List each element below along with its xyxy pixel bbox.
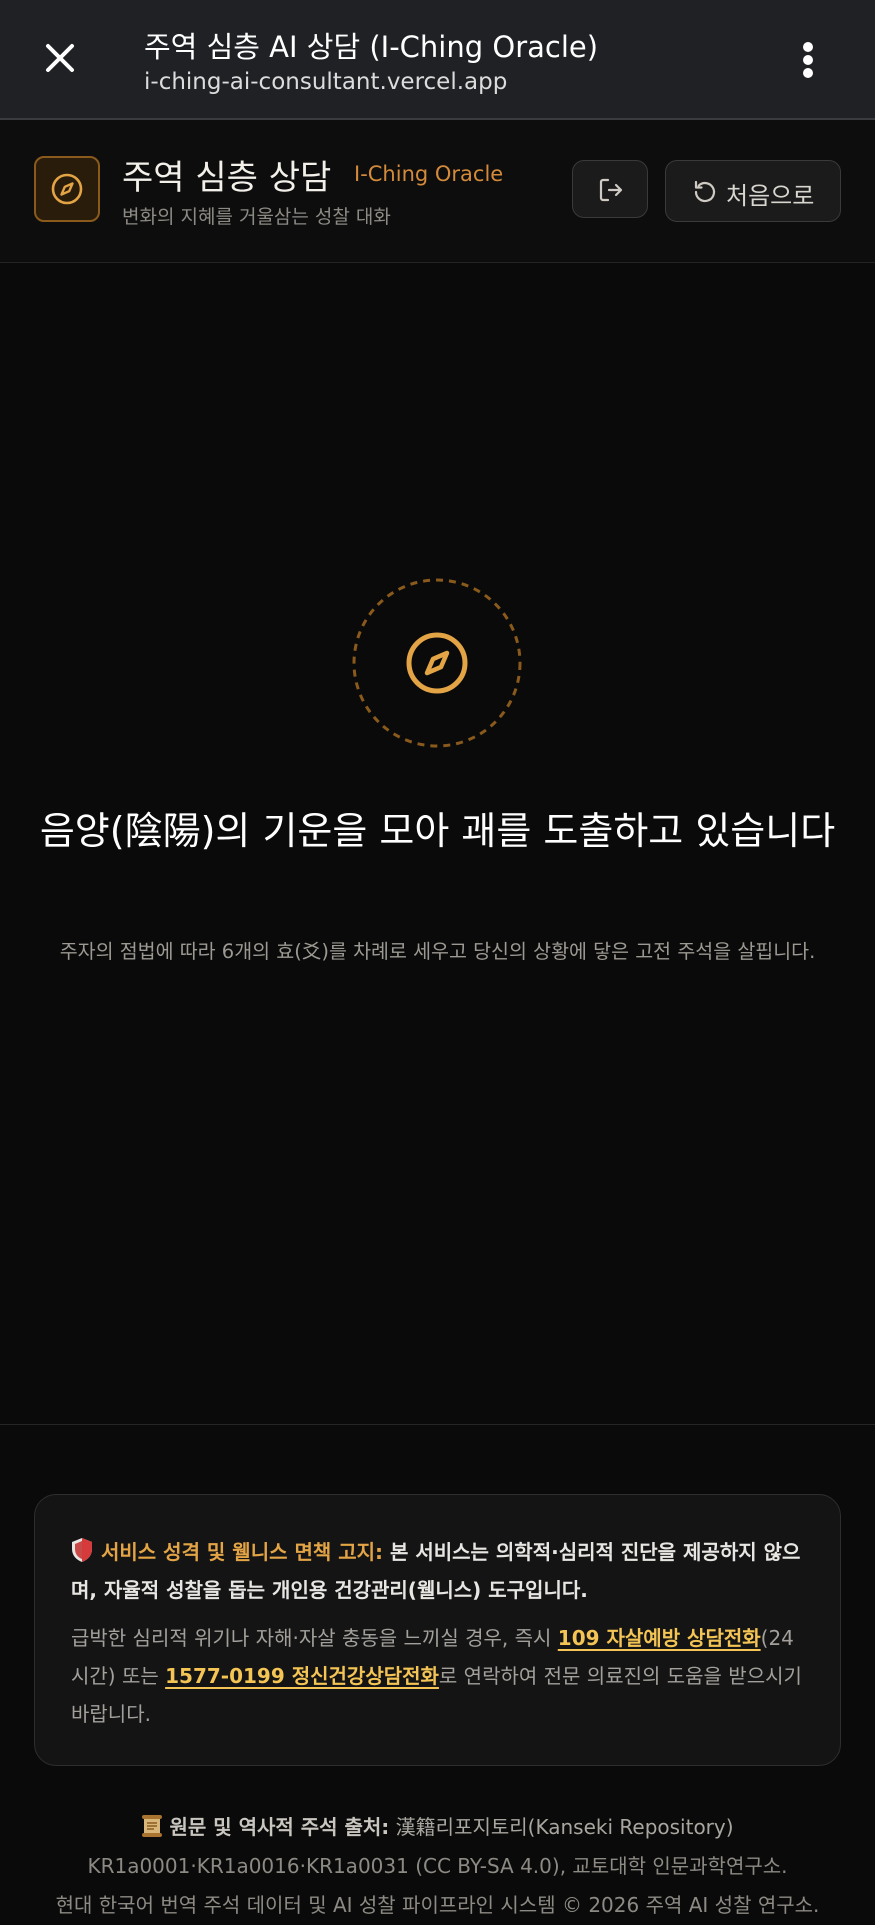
wellness-disclaimer: 서비스 성격 및 웰니스 면책 고지: 본 서비스는 의학적·심리적 진단을 제… xyxy=(34,1494,841,1766)
sources-copyright: 현대 한국어 번역 주석 데이터 및 AI 성찰 파이프라인 시스템 © 202… xyxy=(55,1893,820,1917)
disclaimer-heading: 서비스 성격 및 웰니스 면책 고지: 본 서비스는 의학적·심리적 진단을 제… xyxy=(71,1533,811,1609)
restart-button-label: 처음으로 xyxy=(726,182,815,210)
rotate-ccw-icon xyxy=(694,180,716,203)
sources-footer: 원문 및 역사적 주석 출처: 漢籍리포지토리(Kanseki Reposito… xyxy=(10,1808,865,1925)
disclaimer-body: 급박한 심리적 위기나 자해·자살 충동을 느끼실 경우, 즉시 109 자살예… xyxy=(71,1619,811,1733)
scroll-icon xyxy=(142,1815,163,1837)
browser-toolbar: 주역 심층 AI 상담 (I-Ching Oracle) i-ching-ai-… xyxy=(0,0,875,120)
suicide-hotline-link[interactable]: 109 자살예방 상담전화 xyxy=(558,1626,761,1650)
loading-title: 음양(陰陽)의 기운을 모아 괘를 도출하고 있습니다 xyxy=(39,809,836,853)
loading-panel: 음양(陰陽)의 기운을 모아 괘를 도출하고 있습니다 주자의 점법에 따라 6… xyxy=(0,263,875,1424)
app-subtitle: 변화의 지혜를 거울삼는 성찰 대화 xyxy=(122,206,391,228)
app-title: 주역 심층 상담 xyxy=(122,158,332,198)
browser-page-title: 주역 심층 AI 상담 (I-Ching Oracle) xyxy=(144,30,599,64)
mental-health-hotline-link[interactable]: 1577-0199 정신건강상담전화 xyxy=(165,1664,439,1688)
sources-repo: 漢籍리포지토리(Kanseki Repository) xyxy=(389,1815,734,1839)
app-header: 주역 심층 상담 I-Ching Oracle 변화의 지혜를 거울삼는 성찰 … xyxy=(0,120,875,263)
compass-icon xyxy=(34,156,100,222)
app-title-en: I-Ching Oracle xyxy=(354,162,504,186)
sources-label: 원문 및 역사적 주석 출처: xyxy=(169,1815,390,1839)
disclaimer-body-prefix: 급박한 심리적 위기나 자해·자살 충동을 느끼실 경우, 즉시 xyxy=(71,1626,558,1650)
browser-url: i-ching-ai-consultant.vercel.app xyxy=(144,69,508,95)
more-vert-icon[interactable] xyxy=(794,38,822,82)
close-icon[interactable] xyxy=(40,38,80,78)
exit-button[interactable] xyxy=(572,160,648,218)
loading-description: 주자의 점법에 따라 6개의 효(爻)를 차례로 세우고 당신의 상황에 닿은 … xyxy=(59,940,816,963)
loading-spinner xyxy=(352,578,522,748)
sources-ids: KR1a0001·KR1a0016·KR1a0031 (CC BY-SA 4.0… xyxy=(87,1854,788,1878)
compass-icon xyxy=(406,632,468,694)
footer-divider xyxy=(0,1424,875,1425)
disclaimer-heading-label: 서비스 성격 및 웰니스 면책 고지: xyxy=(101,1540,384,1564)
restart-button[interactable]: 처음으로 xyxy=(665,160,841,222)
logout-icon xyxy=(599,178,623,202)
